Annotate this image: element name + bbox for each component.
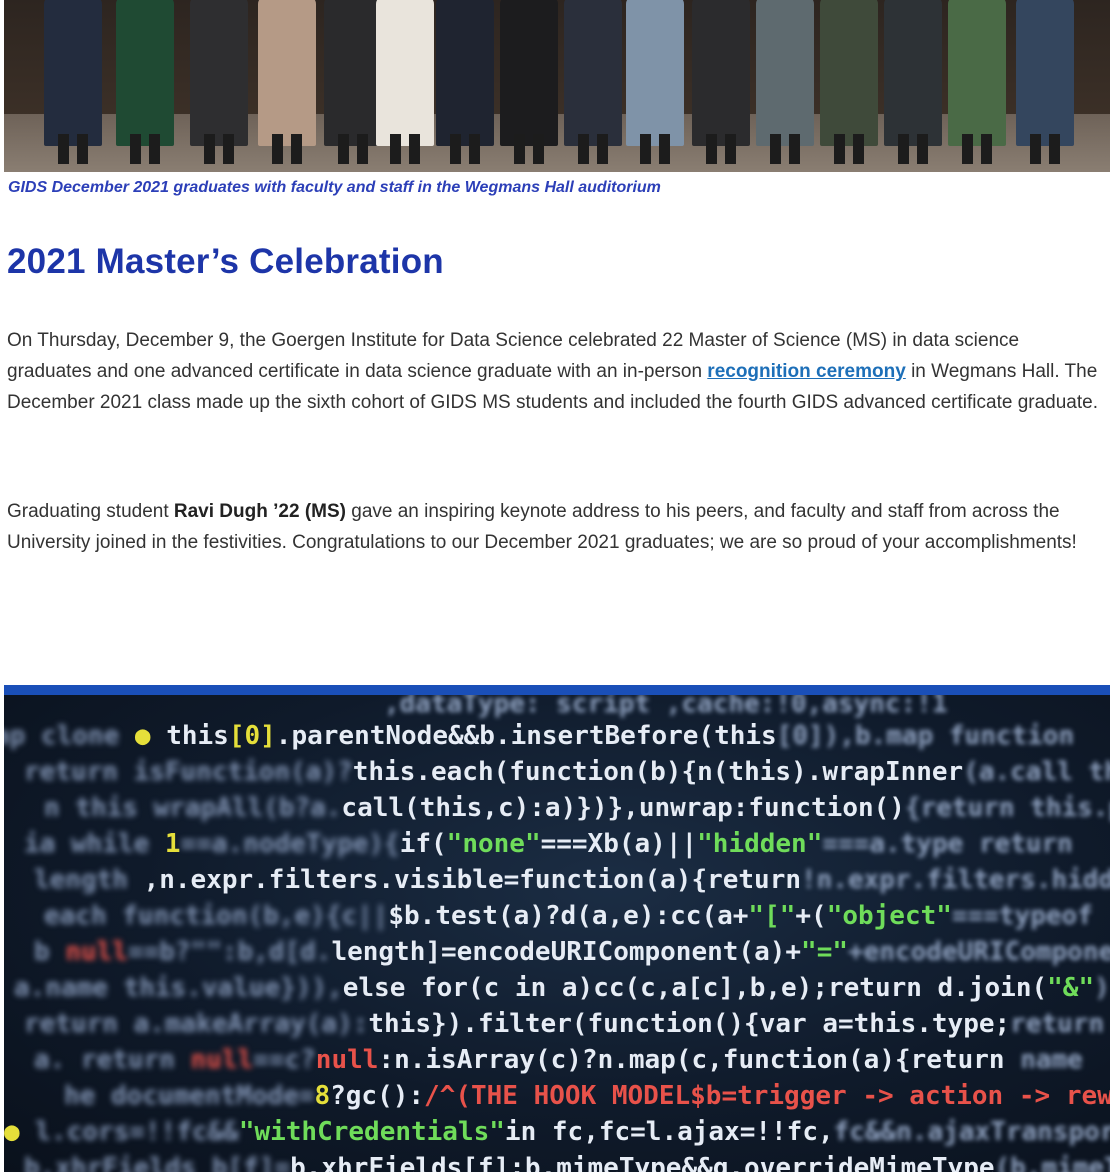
person-figure: [44, 0, 102, 164]
person-figure: [626, 0, 684, 164]
group-photo: [4, 0, 1110, 172]
page-title: 2021 Master’s Celebration: [7, 242, 444, 281]
person-figure: [756, 0, 814, 164]
code-image: ,dataType: script ,cache:!0,async:!1 ap …: [4, 685, 1110, 1172]
person-figure: [376, 0, 434, 164]
photo-caption: GIDS December 2021 graduates with facult…: [8, 179, 661, 196]
decorative-band: [4, 685, 1110, 695]
person-figure: [436, 0, 494, 164]
person-figure: [820, 0, 878, 164]
person-figure: [500, 0, 558, 164]
person-figure: [948, 0, 1006, 164]
person-figure: [692, 0, 750, 164]
speaker-name: Ravi Dugh ’22 (MS): [173, 501, 346, 522]
paragraph-ceremony: On Thursday, December 9, the Goergen Ins…: [7, 325, 1105, 418]
person-figure: [884, 0, 942, 164]
person-figure: [258, 0, 316, 164]
person-figure: [190, 0, 248, 164]
paragraph-text: Graduating student: [7, 501, 174, 522]
person-figure: [324, 0, 382, 164]
paragraph-keynote: Graduating student Ravi Dugh ’22 (MS) ga…: [7, 496, 1105, 558]
recognition-ceremony-link[interactable]: recognition ceremony: [707, 361, 906, 382]
person-figure: [564, 0, 622, 164]
person-figure: [116, 0, 174, 164]
person-figure: [1016, 0, 1074, 164]
code-photo: ,dataType: script ,cache:!0,async:!1 ap …: [4, 695, 1110, 1172]
